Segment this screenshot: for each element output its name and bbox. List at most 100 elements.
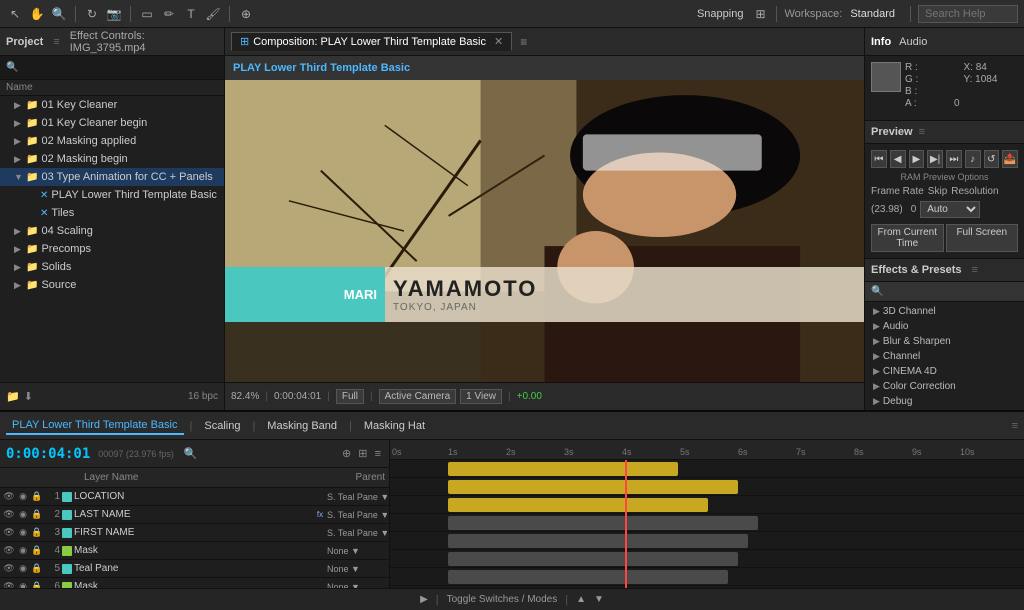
layer-row-2[interactable]: 👁 ◉ 🔒 2 LAST NAME fx S. Teal Pane ▼ [0,506,389,524]
layer-lock-6[interactable]: 🔒 [30,580,44,589]
export-btn[interactable]: 📤 [1002,150,1018,168]
playhead[interactable] [625,460,627,588]
view-btn[interactable]: 1 View [460,389,502,404]
comp-tab-active[interactable]: ⊞ Composition: PLAY Lower Third Template… [231,32,512,51]
project-search-input[interactable] [22,62,218,73]
layer-solo-5[interactable]: ◉ [16,562,30,576]
prev-frame-btn[interactable]: ◀ [890,150,906,168]
layer-lock-5[interactable]: 🔒 [30,562,44,576]
layer-solo-1[interactable]: ◉ [16,490,30,504]
tl-ctrl3[interactable]: ≡ [373,448,383,460]
layer-vis-3[interactable]: 👁 [2,526,16,540]
audio-btn[interactable]: ♪ [965,150,981,168]
tl-search-btn[interactable]: 🔍 [182,447,200,460]
first-frame-btn[interactable]: ⏮ [871,150,887,168]
effect-debug[interactable]: ▶ Debug [865,394,1024,409]
effects-menu-icon[interactable]: ≡ [972,264,978,276]
layer-row-3[interactable]: 👁 ◉ 🔒 3 FIRST NAME S. Teal Pane ▼ [0,524,389,542]
layer-vis-6[interactable]: 👁 [2,580,16,589]
info-tab[interactable]: Info [871,36,891,48]
tool-brush[interactable]: 🖌 [204,5,222,23]
tool-text[interactable]: T [182,5,200,23]
tool-zoom[interactable]: 🔍 [50,5,68,23]
layer-row-6[interactable]: 👁 ◉ 🔒 6 Mask None ▼ [0,578,389,588]
layer-vis-5[interactable]: 👁 [2,562,16,576]
track-bar-4[interactable] [448,516,758,530]
loop-btn[interactable]: ↺ [984,150,1000,168]
layer-lock-2[interactable]: 🔒 [30,508,44,522]
effect-3d[interactable]: ▶ 3D Channel [865,304,1024,319]
tool-arrow[interactable]: ↖ [6,5,24,23]
tl-tab1[interactable]: PLAY Lower Third Template Basic [6,417,184,435]
effect-channel[interactable]: ▶ Channel [865,349,1024,364]
camera-btn[interactable]: Active Camera [379,389,457,404]
layer-row-5[interactable]: 👁 ◉ 🔒 5 Teal Pane None ▼ [0,560,389,578]
effect-blur[interactable]: ▶ Blur & Sharpen [865,334,1024,349]
layer-solo-2[interactable]: ◉ [16,508,30,522]
import-icon[interactable]: ⬇ [24,390,33,403]
track-bar-7[interactable] [448,570,728,584]
tl-bottom-icon1[interactable]: ▶ [420,594,428,605]
list-item[interactable]: ▶ 📁 02 Masking begin [0,150,224,168]
effect-audio[interactable]: ▶ Audio [865,319,1024,334]
effects-search-input[interactable] [886,286,1018,297]
layer-solo-6[interactable]: ◉ [16,580,30,589]
next-frame-btn[interactable]: ▶| [927,150,943,168]
tl-bottom-icon2[interactable]: ▲ [576,594,586,605]
tool-puppet[interactable]: ⊕ [237,5,255,23]
resolution-btn[interactable]: Full [336,389,364,404]
list-item[interactable]: ▶ 📁 01 Key Cleaner [0,96,224,114]
toggle-switches-btn[interactable]: Toggle Switches / Modes [447,594,558,605]
zoom-btn[interactable]: 82.4% [231,391,259,402]
audio-tab[interactable]: Audio [899,36,927,48]
list-item[interactable]: ▶ 📁 04 Scaling [0,222,224,240]
list-item[interactable]: ▶ 📁 02 Masking applied [0,132,224,150]
list-item[interactable]: ▶ 📁 Precomps [0,240,224,258]
track-bar-6[interactable] [448,552,738,566]
layer-vis-4[interactable]: 👁 [2,544,16,558]
list-item[interactable]: ▶ 📁 Source [0,276,224,294]
tl-tab4[interactable]: Masking Hat [358,418,431,434]
list-item[interactable]: ▶ 📁 01 Key Cleaner begin [0,114,224,132]
comp-viewer[interactable]: MARI YAMAMOTO TOKYO, JAPAN [225,80,864,382]
help-search[interactable] [918,5,1018,23]
effect-distort[interactable]: ▶ Distort [865,409,1024,410]
layer-row-1[interactable]: 👁 ◉ 🔒 1 LOCATION S. Teal Pane ▼ [0,488,389,506]
track-bar-2[interactable] [448,480,738,494]
new-folder-icon[interactable]: 📁 [6,390,20,403]
layer-solo-3[interactable]: ◉ [16,526,30,540]
list-item[interactable]: ▶ 📁 Solids [0,258,224,276]
track-bar-1[interactable] [448,462,678,476]
effect-color[interactable]: ▶ Color Correction [865,379,1024,394]
tool-cam[interactable]: 📷 [105,5,123,23]
layer-lock-3[interactable]: 🔒 [30,526,44,540]
layer-lock-4[interactable]: 🔒 [30,544,44,558]
layer-vis-2[interactable]: 👁 [2,508,16,522]
list-item-comp[interactable]: ✕ PLAY Lower Third Template Basic [0,186,224,204]
tl-tab3[interactable]: Masking Band [261,418,343,434]
tool-rect[interactable]: ▭ [138,5,156,23]
resolution-select[interactable]: Auto Full Half Third Quarter [920,201,980,218]
tool-rotate[interactable]: ↻ [83,5,101,23]
layer-solo-4[interactable]: ◉ [16,544,30,558]
tool-pen[interactable]: ✏ [160,5,178,23]
preview-menu-icon[interactable]: ≡ [919,126,925,138]
last-frame-btn[interactable]: ⏭ [946,150,962,168]
from-current-btn[interactable]: From Current Time [871,224,944,252]
comp-tab-menu[interactable]: ≡ [520,35,527,49]
layer-vis-1[interactable]: 👁 [2,490,16,504]
effect-cinema4d[interactable]: ▶ CINEMA 4D [865,364,1024,379]
layer-row-4[interactable]: 👁 ◉ 🔒 4 Mask None ▼ [0,542,389,560]
full-screen-btn[interactable]: Full Screen [946,224,1019,252]
play-btn[interactable]: ▶ [909,150,925,168]
list-item-comp2[interactable]: ✕ Tiles [0,204,224,222]
comp-tab-close[interactable]: ✕ [494,35,503,48]
tl-tab2[interactable]: Scaling [198,418,246,434]
track-bar-3[interactable] [448,498,708,512]
list-item-active[interactable]: ▼ 📁 03 Type Animation for CC + Panels [0,168,224,186]
snapping-toggle[interactable]: ⊞ [751,5,769,23]
tool-hand[interactable]: ✋ [28,5,46,23]
timeline-tracks[interactable] [390,460,1024,588]
tl-ctrl1[interactable]: ⊕ [340,448,353,460]
tl-ctrl2[interactable]: ⊞ [356,448,369,460]
